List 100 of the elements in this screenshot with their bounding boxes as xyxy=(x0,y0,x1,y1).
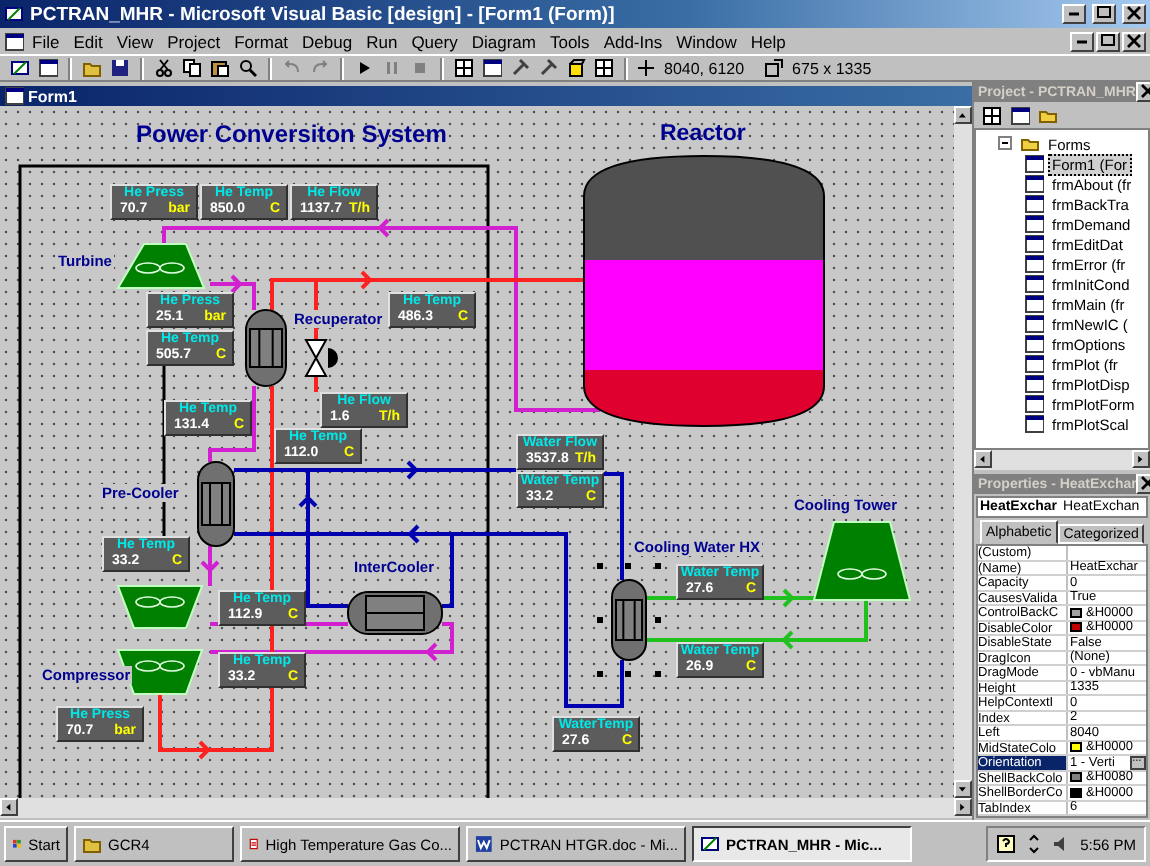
cube-icon xyxy=(566,58,586,78)
heat-exchanger-drawing xyxy=(347,591,443,635)
menu-item[interactable]: Diagram xyxy=(465,31,542,51)
selection-handle[interactable] xyxy=(597,563,603,569)
close-button[interactable] xyxy=(1122,4,1146,24)
menu-item[interactable]: Edit xyxy=(67,31,109,51)
menu-item[interactable]: View xyxy=(110,31,160,51)
toolbar-button[interactable] xyxy=(592,56,616,80)
scroll-left-button[interactable] xyxy=(974,450,992,468)
form-icon xyxy=(1024,274,1044,294)
save-icon xyxy=(110,58,130,78)
windows-icon xyxy=(12,834,23,854)
diagram-heading: Power Conversiton System xyxy=(136,120,447,148)
form-icon xyxy=(1024,374,1044,394)
minimize-button[interactable] xyxy=(1070,31,1094,51)
form-icon xyxy=(1024,414,1044,434)
heat-exchanger-drawing xyxy=(197,461,235,547)
app-icon xyxy=(700,834,720,854)
minimize-button[interactable] xyxy=(1062,4,1086,24)
toolbar-button[interactable] xyxy=(236,56,260,80)
view-object-button[interactable] xyxy=(1008,103,1032,127)
menu-item[interactable]: Query xyxy=(405,31,464,51)
view-code-button[interactable] xyxy=(980,103,1004,127)
scroll-right-button[interactable] xyxy=(954,798,972,816)
form-icon xyxy=(1024,174,1044,194)
form-icon xyxy=(4,86,24,106)
close-icon xyxy=(1124,31,1144,51)
close-button[interactable] xyxy=(1122,31,1146,51)
vertical-scrollbar[interactable] xyxy=(954,106,972,798)
menu-item[interactable]: Add-Ins xyxy=(597,31,669,51)
form-icon xyxy=(1024,194,1044,214)
document-icon xyxy=(248,834,260,854)
tools-icon xyxy=(510,58,530,78)
restore-button[interactable] xyxy=(1096,31,1120,51)
window-title: PCTRAN_MHR - Microsoft Visual Basic [design] - [Form1 (Form)] xyxy=(30,3,617,25)
form-icon xyxy=(1024,154,1044,174)
horizontal-scrollbar[interactable] xyxy=(0,798,972,818)
diagram-heading: Reactor xyxy=(660,122,746,146)
form-icon xyxy=(1024,394,1044,414)
scroll-left-button[interactable] xyxy=(0,798,18,816)
open-folder-icon xyxy=(82,58,102,78)
toolbar-button[interactable] xyxy=(564,56,588,80)
scroll-right-button[interactable] xyxy=(1132,450,1150,468)
menu-item[interactable]: Help xyxy=(744,31,792,51)
help-icon xyxy=(996,834,1017,854)
menu-item[interactable]: File xyxy=(26,31,66,51)
toolbar-button[interactable] xyxy=(208,56,232,80)
form-icon xyxy=(1024,294,1044,314)
collapse-icon xyxy=(996,134,1016,154)
size-icon xyxy=(764,58,785,78)
selection-handle[interactable] xyxy=(655,617,661,623)
form-icon xyxy=(1024,334,1044,354)
selection-handle[interactable] xyxy=(625,563,631,569)
turbine-drawing xyxy=(116,243,206,289)
selection-handle[interactable] xyxy=(597,671,603,677)
heat-exchanger-drawing xyxy=(245,309,287,387)
minimize-icon xyxy=(1068,12,1080,16)
position-readout: 8040, 6120 xyxy=(664,59,745,77)
toolbar-button[interactable] xyxy=(152,56,176,80)
folder-icon xyxy=(82,834,102,854)
word-document-icon xyxy=(474,834,494,854)
toolbar-button[interactable] xyxy=(108,56,132,80)
menu-item[interactable]: Project xyxy=(161,31,227,51)
heat-exchanger-drawing xyxy=(611,579,647,661)
menu-item[interactable]: Run xyxy=(360,31,404,51)
selection-handle[interactable] xyxy=(655,671,661,677)
tools-icon xyxy=(538,58,558,78)
close-icon xyxy=(1124,4,1144,24)
menu-item[interactable]: Debug xyxy=(296,31,359,51)
toolbar-button[interactable] xyxy=(452,56,476,80)
selection-handle[interactable] xyxy=(655,563,661,569)
scroll-up-button[interactable] xyxy=(954,106,972,124)
horizontal-scrollbar[interactable] xyxy=(974,450,1150,470)
form-icon xyxy=(1024,314,1044,334)
compressor-drawing xyxy=(116,585,204,629)
menu-item[interactable]: Format xyxy=(228,31,295,51)
form-icon xyxy=(1024,354,1044,374)
scroll-down-button[interactable] xyxy=(954,780,972,798)
redo-icon xyxy=(310,58,330,78)
arrows-icon xyxy=(1024,834,1045,854)
pause-icon xyxy=(382,58,402,78)
toolbar-button[interactable] xyxy=(180,56,204,80)
cooling-tower-drawing xyxy=(812,521,912,601)
selection-handle[interactable] xyxy=(597,617,603,623)
form-icon xyxy=(1024,254,1044,274)
find-icon xyxy=(238,58,258,78)
play-icon xyxy=(354,58,374,78)
menu-item[interactable]: Tools xyxy=(543,31,596,51)
form-icon xyxy=(1024,214,1044,234)
menu-item[interactable]: Window xyxy=(670,31,743,51)
selection-handle[interactable] xyxy=(625,671,631,677)
toolbar-button[interactable] xyxy=(480,56,504,80)
restore-button[interactable] xyxy=(1092,4,1116,24)
stop-icon xyxy=(410,58,430,78)
position-icon xyxy=(636,58,656,78)
app-icon xyxy=(4,4,24,24)
minimize-icon xyxy=(1076,39,1088,43)
size-readout: 675 x 1335 xyxy=(792,59,872,77)
form-icon xyxy=(1024,234,1044,254)
undo-icon xyxy=(282,58,302,78)
